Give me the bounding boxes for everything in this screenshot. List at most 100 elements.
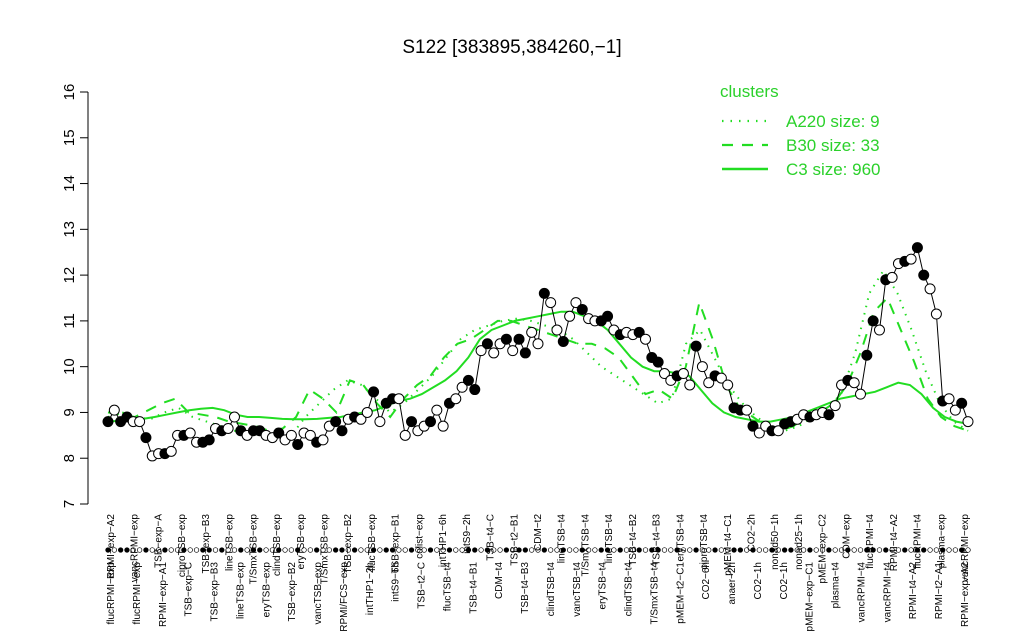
x-label-bottom: TSB−t2−C	[417, 562, 428, 609]
sample-point	[918, 269, 930, 281]
x-label-top: eryTSB−t4	[675, 514, 686, 562]
sample-strip-dot	[781, 547, 788, 553]
sample-point	[393, 393, 405, 405]
sample-strip-dot	[503, 547, 510, 553]
sample-point	[576, 303, 588, 315]
sample-point	[696, 361, 708, 373]
x-label-bottom: flucRPMI−exp	[106, 562, 117, 625]
x-label-bottom: RPMI−t2−A1	[934, 562, 945, 620]
sample-line	[107, 246, 969, 457]
x-label-top: lineTSB−exp	[225, 514, 236, 571]
x-label-bottom: RPMI−exp−A1	[158, 562, 169, 627]
sample-strip-dot	[168, 547, 174, 553]
sample-strip-dot	[952, 547, 959, 553]
x-label-bottom: vancRPMI−t4	[882, 562, 893, 623]
legend-entry-b30: B30 size: 33	[786, 136, 880, 155]
sample-strip-dot	[187, 547, 193, 553]
sample-strip-dot	[427, 547, 434, 553]
sample-point	[867, 315, 879, 327]
sample-strip-dot	[756, 547, 762, 553]
x-label-top: eryTSB−exp	[296, 514, 307, 570]
y-tick-label: 9	[61, 408, 78, 416]
x-label-bottom: TSB−t4−B3	[520, 562, 531, 614]
sample-strip-dot	[598, 547, 604, 553]
sample-strip-dot	[788, 547, 794, 553]
sample-point	[538, 287, 550, 299]
x-label-bottom: lineTSB−exp	[235, 562, 246, 619]
x-label-bottom: TSB−exp−C	[184, 562, 195, 616]
x-label-bottom: clindTSB−t4	[546, 562, 557, 617]
x-label-bottom: flucRPMI−exp	[132, 562, 143, 625]
sample-point	[507, 345, 519, 357]
x-label-top: colist−exp	[414, 514, 425, 559]
sample-point	[722, 379, 734, 391]
x-label-top: clindTSB−exp	[272, 514, 283, 576]
sample-point	[140, 432, 152, 444]
sample-strip-dot	[547, 547, 554, 553]
sample-point	[285, 429, 297, 441]
x-label-bottom: vancTSB−t4	[572, 562, 583, 617]
sample-strip-dot	[832, 547, 838, 553]
x-label-bottom: pMEM−t2−C1	[675, 562, 686, 624]
sample-strip-dot	[383, 547, 389, 553]
legend-title: clusters	[720, 82, 779, 101]
sample-strip-dot	[282, 547, 288, 553]
sample-point	[956, 397, 968, 409]
y-tick-label: 14	[61, 175, 78, 192]
sample-point	[519, 347, 531, 359]
sample-strip-dot	[712, 547, 718, 553]
sample-strip-dot	[307, 547, 314, 553]
x-label-top: CO2−2h	[747, 514, 758, 552]
sample-strip-dot	[857, 547, 864, 553]
sample-strip-dot	[522, 547, 529, 553]
sample-point	[532, 338, 544, 350]
sample-strip-dot	[377, 547, 383, 553]
x-label-bottom: CO2−6h	[701, 562, 712, 600]
sample-strip-dot	[807, 547, 813, 553]
sample-point	[962, 416, 974, 428]
sample-point	[652, 356, 664, 368]
sample-point	[526, 326, 538, 338]
sample-strip-dot	[876, 547, 883, 553]
sample-point	[564, 310, 576, 322]
x-label-bottom: T/SmxTSB−t4	[650, 562, 661, 625]
sample-point	[437, 420, 449, 432]
x-label-top: flucRPMI−t4	[913, 514, 924, 569]
sample-point	[545, 297, 557, 309]
sample-strip-dot	[693, 547, 699, 553]
sample-point	[336, 425, 348, 437]
sample-point	[406, 416, 418, 428]
sample-strip-dot	[851, 547, 857, 553]
sample-point	[431, 404, 443, 416]
sample-point	[823, 409, 835, 421]
x-label-top: T/SmxTSB−exp	[248, 514, 259, 585]
sample-point	[488, 347, 500, 359]
x-label-top: TSB−t4−B3	[652, 514, 663, 566]
x-label-top: lineTSB−t4	[557, 514, 568, 564]
sample-point	[134, 416, 146, 428]
x-label-top: lineTSB−t4	[604, 514, 615, 564]
y-tick-label: 15	[61, 129, 78, 146]
sample-point	[848, 377, 860, 389]
sample-strip-dot	[238, 547, 244, 553]
sample-strip-dot	[902, 547, 908, 553]
x-label-bottom: clindTSB−t4	[624, 562, 635, 617]
x-label-bottom: CDM−t4	[494, 562, 505, 599]
x-label-top: intTHP1−6h	[438, 514, 449, 567]
sample-point	[399, 429, 411, 441]
sample-point	[911, 242, 923, 254]
x-labels-bottom-row: flucRPMI−exp flucRPMI−exp RPMI−exp−A1 TSB−e…	[106, 562, 971, 632]
sample-strip-dot	[617, 547, 623, 553]
x-label-bottom: RPMI−exp−A2	[960, 562, 971, 627]
sample-strip-dot	[592, 547, 598, 553]
y-tick-label: 13	[61, 221, 78, 238]
y-tick-label: 7	[61, 500, 78, 508]
sample-strip-dot	[497, 547, 503, 553]
sample-point	[450, 393, 462, 405]
sample-point	[368, 386, 380, 398]
sample-point	[469, 384, 481, 396]
x-label-bottom: intS9−6h	[391, 562, 402, 602]
sample-strip-dot	[263, 547, 269, 553]
sample-strip-dot	[408, 547, 415, 553]
sample-point	[330, 416, 342, 428]
